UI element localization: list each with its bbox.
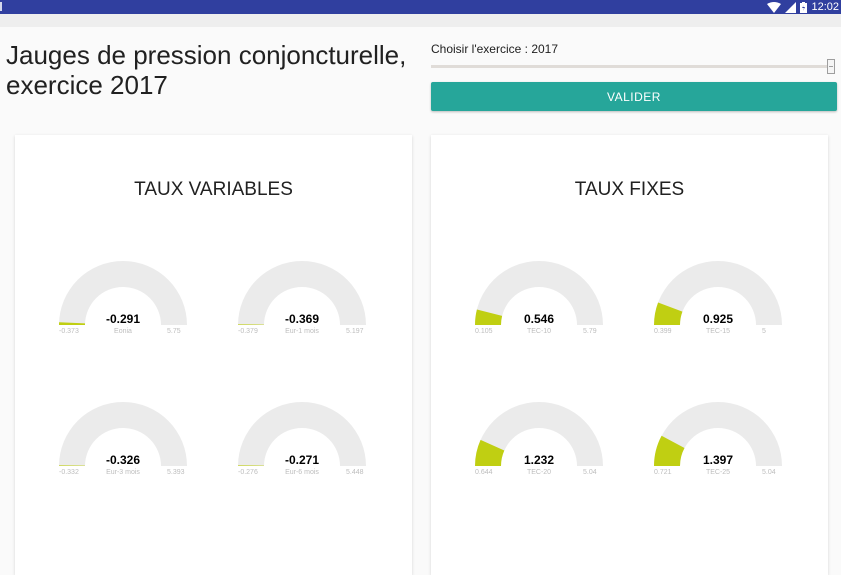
gauge-value: 0.546 [523, 312, 555, 326]
variable-rates-card: TAUX VARIABLES -0.291 -0.373 Eonia 5.75 -0.3… [15, 135, 412, 575]
gauge-value: -0.271 [284, 453, 320, 467]
validate-button[interactable]: VALIDER [431, 82, 837, 111]
app-bar [0, 14, 841, 27]
gauge: 0.925 0.399 TEC-15 5 [654, 261, 794, 341]
year-slider-label: Choisir l'exercice : 2017 [431, 42, 559, 56]
gauge-value: -0.369 [284, 312, 320, 326]
status-bar: 12:02 [0, 0, 841, 14]
year-slider-thumb[interactable] [827, 59, 835, 74]
gauge-value: 0.925 [702, 312, 734, 326]
gauge-max: 5.448 [346, 469, 364, 476]
gauge-max: 5.197 [346, 328, 364, 335]
gauge-value: -0.291 [105, 312, 141, 326]
gauge-value: 1.397 [702, 453, 734, 467]
page-title: Jauges de pression conjoncturelle, exerc… [6, 40, 407, 100]
gauge-max: 5.79 [583, 328, 597, 335]
gauge-max: 5.393 [167, 469, 185, 476]
fixed-rates-card: TAUX FIXES 0.546 0.105 TEC-10 5.79 0.925 0.39… [431, 135, 828, 575]
status-icons [767, 1, 807, 13]
gauge: 0.546 0.105 TEC-10 5.79 [475, 261, 615, 341]
gauge-max: 5.04 [762, 469, 776, 476]
gauge-value: -0.326 [105, 453, 141, 467]
gauge: 1.232 0.644 TEC-20 5.04 [475, 402, 615, 482]
gauge-max: 5.75 [167, 328, 181, 335]
gauge: -0.326 -0.332 Eur-3 mois 5.393 [59, 402, 199, 482]
gauge: -0.369 -0.379 Eur-1 mois 5.197 [238, 261, 378, 341]
battery-icon [800, 1, 807, 13]
gauge-value: 1.232 [523, 453, 555, 467]
gauge: 1.397 0.721 TEC-25 5.04 [654, 402, 794, 482]
card-title: TAUX VARIABLES [134, 179, 293, 200]
wifi-icon [767, 1, 781, 13]
notification-icon [0, 2, 2, 11]
clock: 12:02 [811, 1, 839, 13]
gauge-max: 5 [762, 328, 766, 335]
gauge-max: 5.04 [583, 469, 597, 476]
gauge: -0.291 -0.373 Eonia 5.75 [59, 261, 199, 341]
gauge: -0.271 -0.276 Eur-6 mois 5.448 [238, 402, 378, 482]
signal-icon [785, 1, 796, 13]
year-slider-track[interactable] [431, 65, 831, 68]
card-title: TAUX FIXES [574, 179, 685, 200]
